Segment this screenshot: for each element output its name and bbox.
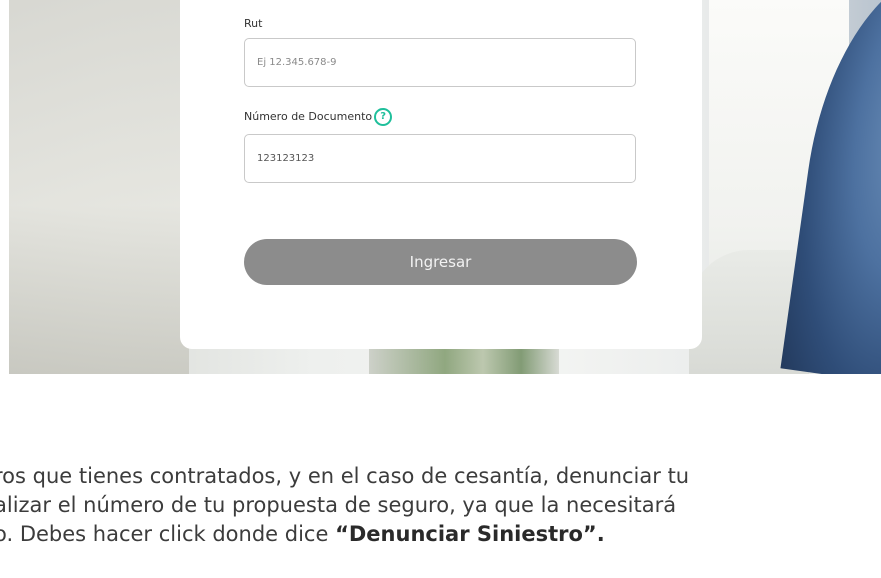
instructions-line-3-text: o. Debes hacer click donde dice xyxy=(0,522,336,546)
rut-label: Rut xyxy=(244,17,263,30)
instructions-line-2: alizar el número de tu propuesta de segu… xyxy=(0,493,677,517)
instructions-line-3: o. Debes hacer click donde dice “Denunci… xyxy=(0,520,875,549)
login-card: Rut Número de Documento? Ingresar xyxy=(180,0,702,349)
instructions-line-1: ros que tienes contratados, y en el caso… xyxy=(0,464,690,488)
document-number-input[interactable] xyxy=(244,134,636,183)
document-number-label-row: Número de Documento? xyxy=(244,108,393,126)
document-number-label: Número de Documento xyxy=(244,110,373,123)
help-icon[interactable]: ? xyxy=(374,108,393,126)
hero-blurred-left xyxy=(9,0,189,374)
denunciar-siniestro-emphasis: “Denunciar Siniestro”. xyxy=(335,522,605,546)
instructions-text: ros que tienes contratados, y en el caso… xyxy=(0,462,881,549)
rut-input[interactable] xyxy=(244,38,636,87)
submit-button[interactable]: Ingresar xyxy=(244,239,637,285)
